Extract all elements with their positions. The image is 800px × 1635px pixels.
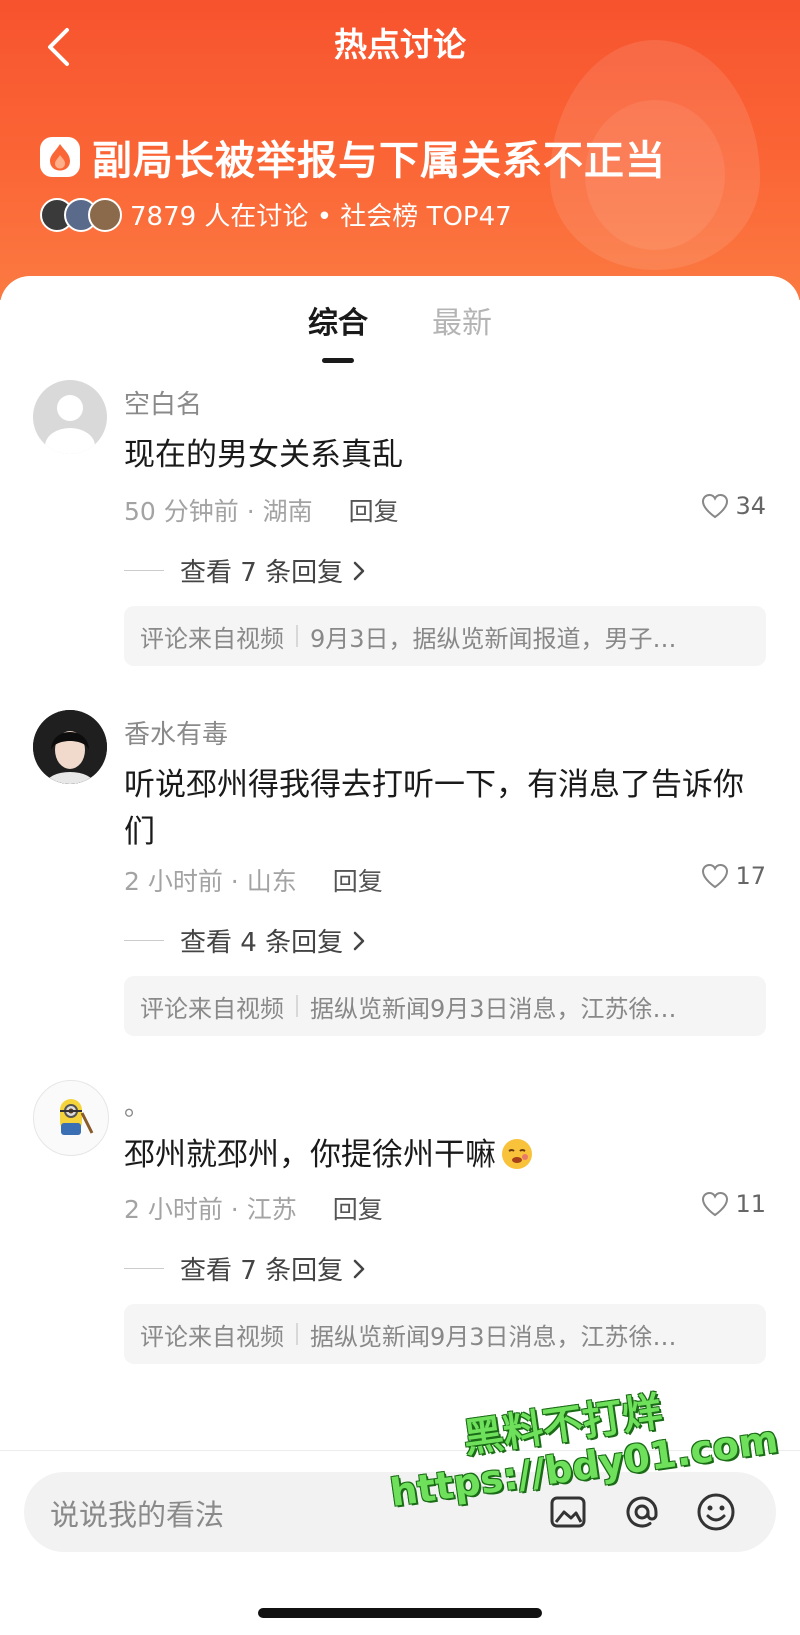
smiley-icon[interactable]	[692, 1488, 740, 1536]
comment-text-body: 邳州就邳州，你提徐州干嘛	[124, 1137, 496, 1173]
comment-time-location: 2 小时前 · 江苏	[124, 1195, 297, 1224]
user-photo-icon	[33, 710, 107, 784]
comment-text: 邳州就邳州，你提徐州干嘛	[124, 1132, 764, 1179]
divider	[124, 1268, 164, 1269]
image-icon[interactable]	[544, 1488, 592, 1536]
reply-button[interactable]: 回复	[333, 862, 383, 898]
home-indicator	[258, 1608, 542, 1618]
topic-header: 热点讨论 副局长被举报与下属关系不正当 7879 人在讨论 • 社会榜 TOP4…	[0, 0, 800, 300]
avatar[interactable]	[33, 380, 107, 454]
tab-comprehensive[interactable]: 综合	[308, 304, 368, 344]
divider	[124, 940, 164, 941]
like-button[interactable]: 34	[701, 492, 766, 520]
source-label: 评论来自视频	[140, 994, 284, 1023]
view-replies-label: 查看 4 条回复	[180, 928, 344, 958]
comment-text: 现在的男女关系真乱	[124, 437, 403, 473]
source-text: 据纵览新闻9月3日消息，江苏徐…	[310, 994, 677, 1023]
comment-meta: 50 分钟前 · 湖南 回复	[124, 492, 399, 528]
commenter-name[interactable]: 。	[124, 1086, 150, 1123]
chevron-right-icon	[353, 931, 365, 950]
view-replies-button[interactable]: 查看 4 条回复	[124, 922, 367, 959]
comment-meta: 2 小时前 · 山东 回复	[124, 862, 383, 898]
sleepy-emoji-icon	[502, 1139, 532, 1169]
like-button[interactable]: 17	[701, 862, 766, 890]
page-title: 热点讨论	[334, 25, 466, 64]
commenter-name[interactable]: 空白名	[124, 384, 202, 421]
view-replies-button[interactable]: 查看 7 条回复	[124, 552, 367, 589]
like-count: 17	[735, 862, 766, 890]
reply-button[interactable]: 回复	[349, 492, 399, 528]
source-label: 评论来自视频	[140, 1322, 284, 1351]
divider	[124, 570, 164, 571]
view-replies-label: 查看 7 条回复	[180, 558, 344, 588]
topic-title: 副局长被举报与下属关系不正当	[92, 138, 666, 184]
avatar[interactable]	[33, 710, 107, 784]
at-icon[interactable]	[618, 1488, 666, 1536]
comment-time-location: 50 分钟前 · 湖南	[124, 497, 313, 526]
comment-input-placeholder[interactable]: 说说我的看法	[50, 1492, 224, 1534]
source-video-link[interactable]: 评论来自视频 据纵览新闻9月3日消息，江苏徐…	[124, 976, 766, 1036]
source-video-link[interactable]: 评论来自视频 据纵览新闻9月3日消息，江苏徐…	[124, 1304, 766, 1364]
divider	[296, 995, 298, 1017]
heart-outline-icon	[702, 493, 729, 519]
chevron-right-icon	[353, 1259, 365, 1278]
commenter-name[interactable]: 香水有毒	[124, 714, 228, 751]
like-count: 34	[735, 492, 766, 520]
divider	[296, 1323, 298, 1345]
discussion-meta-text: 7879 人在讨论 • 社会榜 TOP47	[130, 202, 512, 232]
avatar[interactable]	[33, 1080, 109, 1156]
flame-icon	[40, 137, 80, 177]
chevron-right-icon	[353, 561, 365, 580]
source-video-link[interactable]: 评论来自视频 9月3日，据纵览新闻报道，男子…	[124, 606, 766, 666]
divider	[296, 625, 298, 647]
active-tab-indicator	[322, 358, 354, 363]
comment-time-location: 2 小时前 · 山东	[124, 867, 297, 896]
source-text: 据纵览新闻9月3日消息，江苏徐…	[310, 1322, 677, 1351]
like-button[interactable]: 11	[701, 1190, 766, 1218]
tab-bar: 综合 最新	[0, 304, 800, 364]
minion-avatar-icon	[60, 1099, 94, 1135]
comment-text: 听说邳州得我得去打听一下，有消息了告诉你们	[124, 767, 744, 850]
avatar	[88, 197, 122, 232]
topic-meta: 7879 人在讨论 • 社会榜 TOP47	[40, 196, 512, 233]
view-replies-label: 查看 7 条回复	[180, 1256, 344, 1286]
comment-meta: 2 小时前 · 江苏 回复	[124, 1190, 383, 1226]
view-replies-button[interactable]: 查看 7 条回复	[124, 1250, 367, 1287]
topic-title-row: 副局长被举报与下属关系不正当	[40, 128, 666, 186]
like-count: 11	[735, 1190, 766, 1218]
source-text: 9月3日，据纵览新闻报道，男子…	[310, 624, 677, 653]
participant-avatars	[40, 197, 122, 232]
reply-button[interactable]: 回复	[333, 1190, 383, 1226]
heart-outline-icon	[702, 1191, 729, 1217]
tab-latest[interactable]: 最新	[432, 304, 492, 344]
source-label: 评论来自视频	[140, 624, 284, 653]
default-user-icon	[45, 395, 95, 454]
heart-outline-icon	[702, 863, 729, 889]
